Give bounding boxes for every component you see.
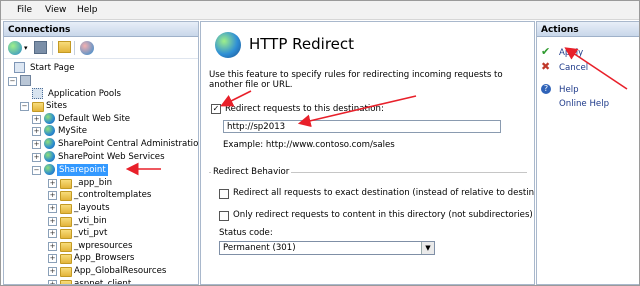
- open-folder-icon[interactable]: [58, 41, 71, 53]
- page-title: HTTP Redirect: [249, 35, 355, 53]
- menu-file[interactable]: File: [17, 5, 32, 15]
- start-page-icon: [14, 62, 25, 73]
- folder-icon: [60, 204, 72, 214]
- help-icon: ?: [541, 84, 551, 94]
- tree-label: Start Page: [30, 63, 75, 73]
- expand-icon[interactable]: +: [32, 127, 41, 136]
- collapse-icon[interactable]: −: [20, 102, 29, 111]
- tree-label-selected: Sharepoint: [57, 164, 108, 176]
- feature-description: Use this feature to specify rules for re…: [209, 70, 503, 90]
- apply-check-icon: ✔: [541, 45, 551, 58]
- menu-bar: File View Help: [1, 1, 639, 20]
- connect-site-icon[interactable]: [80, 41, 94, 55]
- website-globe-icon: [44, 113, 55, 124]
- tree-label: Default Web Site: [58, 114, 131, 124]
- this-directory-checkbox[interactable]: [219, 211, 229, 221]
- expand-icon[interactable]: +: [48, 204, 57, 213]
- folder-icon: [60, 229, 72, 239]
- server-icon: [20, 75, 31, 86]
- tree-label: _layouts: [74, 203, 110, 213]
- iis-manager-window: File View Help Connections ▾ Start Page …: [0, 0, 640, 286]
- tree-label: _vti_pvt: [74, 228, 108, 238]
- tree-label: _app_bin: [74, 178, 113, 188]
- expand-icon[interactable]: +: [48, 191, 57, 200]
- expand-icon[interactable]: +: [48, 179, 57, 188]
- toolbar-divider: [52, 41, 54, 55]
- exact-destination-checkbox[interactable]: [219, 189, 229, 199]
- destination-input[interactable]: http://sp2013: [223, 120, 501, 133]
- tree-label: MySite: [58, 126, 87, 136]
- save-icon[interactable]: [34, 41, 47, 54]
- website-globe-icon: [44, 164, 55, 175]
- expand-icon[interactable]: +: [48, 267, 57, 276]
- folder-icon: [60, 280, 72, 284]
- website-globe-icon: [44, 151, 55, 162]
- expand-icon[interactable]: +: [48, 217, 57, 226]
- status-code-value: Permanent (301): [223, 243, 296, 253]
- tree-label: _wpresources: [74, 241, 133, 251]
- folder-icon: [60, 217, 72, 227]
- http-redirect-pane: HTTP Redirect Use this feature to specif…: [200, 21, 535, 285]
- tree-label: Application Pools: [48, 89, 122, 99]
- tree-label: Sites: [46, 101, 67, 111]
- collapse-icon[interactable]: −: [32, 166, 41, 175]
- tree-label: App_Browsers: [74, 253, 135, 263]
- expand-icon[interactable]: +: [32, 153, 41, 162]
- exact-destination-label: Redirect all requests to exact destinati…: [233, 188, 535, 198]
- tree-label: App_GlobalResources: [74, 266, 167, 276]
- connections-toolbar: ▾: [4, 38, 198, 59]
- menu-help[interactable]: Help: [77, 5, 98, 15]
- connect-globe-icon[interactable]: [8, 41, 22, 55]
- status-code-select[interactable]: Permanent (301) ▼: [219, 241, 435, 255]
- expand-icon[interactable]: +: [32, 140, 41, 149]
- actions-pane: Actions ✔ Apply ✖ Cancel ? Help Online H…: [536, 21, 639, 285]
- tree-label: _vti_bin: [74, 216, 107, 226]
- apply-label[interactable]: Apply: [559, 47, 583, 59]
- tree-label: _controltemplates: [74, 190, 152, 200]
- cancel-label[interactable]: Cancel: [559, 62, 588, 74]
- folder-icon: [60, 242, 72, 252]
- help-label[interactable]: Help: [559, 84, 579, 96]
- tree-label: SharePoint Web Services: [58, 152, 165, 162]
- folder-icon: [60, 179, 72, 189]
- expand-icon[interactable]: +: [48, 242, 57, 251]
- redirect-checkbox[interactable]: ✓: [211, 104, 221, 114]
- folder-icon: [60, 267, 72, 277]
- chevron-down-icon[interactable]: ▼: [421, 242, 434, 254]
- expand-icon[interactable]: +: [48, 229, 57, 238]
- website-globe-icon: [44, 125, 55, 136]
- expand-icon[interactable]: +: [32, 115, 41, 124]
- tree-label: aspnet_client: [74, 279, 132, 285]
- collapse-icon[interactable]: −: [8, 77, 17, 86]
- example-hint: Example: http://www.contoso.com/sales: [223, 140, 395, 150]
- status-code-label: Status code:: [219, 228, 273, 238]
- redirect-behavior-heading: Redirect Behavior: [211, 167, 292, 177]
- connections-pane: Connections ▾ Start Page − Application P…: [3, 21, 199, 285]
- toolbar-divider: [74, 41, 76, 55]
- http-redirect-globe-icon: [215, 32, 241, 58]
- expand-icon[interactable]: +: [48, 254, 57, 263]
- folder-icon: [60, 191, 72, 201]
- tree-label: SharePoint Central Administration: [58, 139, 199, 149]
- folder-icon: [60, 254, 72, 264]
- redirect-checkbox-label: Redirect requests to this destination:: [225, 104, 384, 114]
- online-help-label[interactable]: Online Help: [559, 98, 609, 110]
- application-pools-icon: [32, 88, 43, 99]
- actions-header: Actions: [537, 22, 639, 37]
- cancel-x-icon: ✖: [541, 60, 551, 73]
- expand-icon[interactable]: +: [48, 280, 57, 284]
- this-directory-label: Only redirect requests to content in thi…: [233, 210, 533, 220]
- sites-folder-icon: [32, 102, 44, 112]
- dropdown-arrow-icon[interactable]: ▾: [24, 41, 30, 55]
- website-globe-icon: [44, 138, 55, 149]
- menu-view[interactable]: View: [45, 5, 66, 15]
- connections-header: Connections: [4, 22, 198, 37]
